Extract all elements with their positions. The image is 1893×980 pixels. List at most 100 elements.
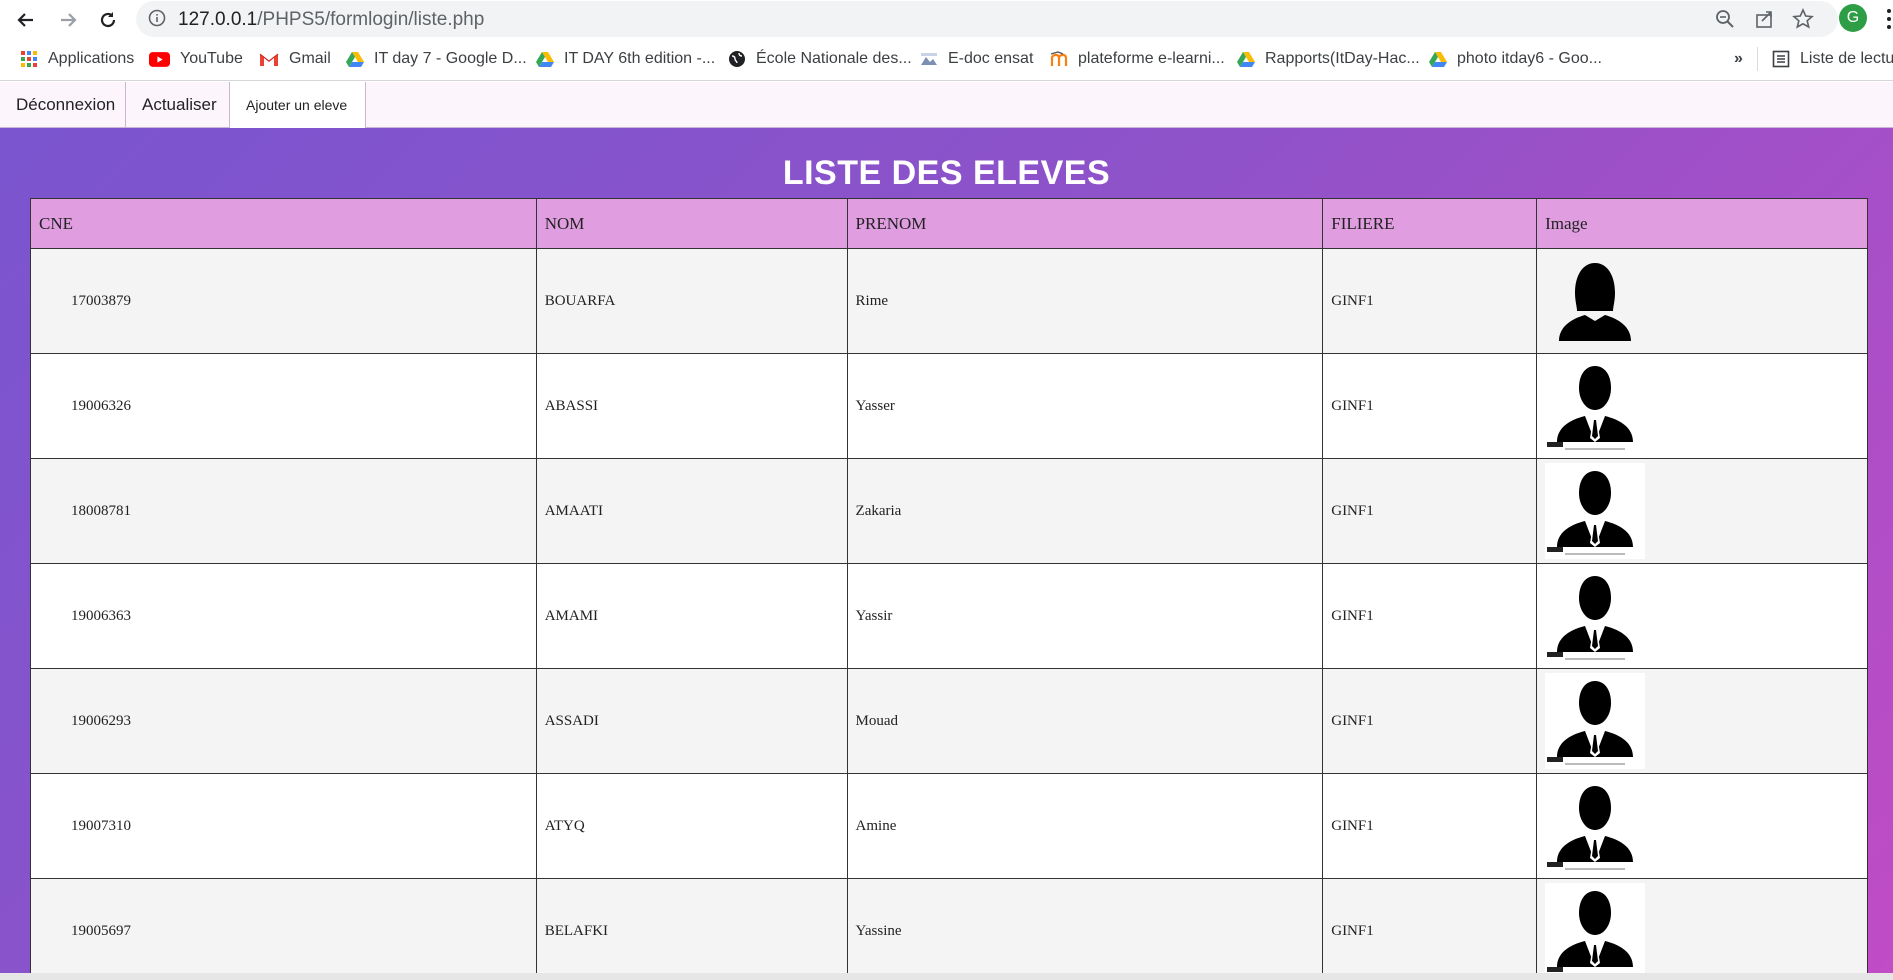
cell-filiere: GINF1	[1322, 668, 1538, 774]
google-drive-icon	[536, 52, 554, 67]
female-avatar-icon	[1559, 263, 1632, 341]
cell-filiere: GINF1	[1322, 353, 1538, 459]
male-avatar-icon	[1547, 891, 1634, 972]
students-table: CNE NOM PRENOM FILIERE Image 17003879 BO…	[30, 198, 1868, 973]
table-row: 19006363 AMAMI Yassir GINF1	[30, 563, 1868, 669]
cell-cne: 19007310	[30, 773, 537, 879]
cell-image	[1536, 878, 1868, 973]
bookmark-label: École Nationale des...	[756, 50, 912, 67]
reading-list-icon	[1772, 50, 1790, 68]
cell-filiere: GINF1	[1322, 773, 1538, 879]
column-header-filiere: FILIERE	[1322, 198, 1538, 249]
cell-nom: ASSADI	[535, 668, 848, 774]
back-arrow-icon	[17, 13, 33, 27]
bookmark-label: Applications	[48, 50, 135, 67]
reload-button[interactable]	[92, 4, 124, 36]
student-photo-female	[1545, 253, 1645, 349]
table-row: 17003879 BOUARFA Rime GINF1	[30, 248, 1868, 354]
table-row: 19005697 BELAFKI Yassine GINF1	[30, 878, 1868, 973]
cell-image	[1536, 353, 1868, 459]
student-photo-male	[1545, 568, 1646, 664]
google-drive-icon	[346, 52, 364, 67]
student-photo-male	[1545, 358, 1646, 454]
bookmark-label: plateforme e-learni...	[1078, 50, 1225, 67]
share-icon[interactable]	[1754, 8, 1776, 30]
column-header-cne: CNE	[30, 198, 537, 249]
reload-icon	[100, 12, 116, 28]
bookmark-label: IT DAY 6th edition -...	[564, 50, 716, 67]
reading-list-button[interactable]: Liste de lectu	[1772, 47, 1893, 71]
app-menu-bar: Déconnexion Actualiser Ajouter un eleve	[0, 82, 1893, 128]
cell-cne: 19005697	[30, 878, 537, 973]
cell-nom: ATYQ	[535, 773, 848, 879]
url-text[interactable]: 127.0.0.1/PHPS5/formlogin/liste.php	[178, 9, 484, 31]
bookmark-label: YouTube	[180, 50, 243, 67]
bookmark-label: E-doc ensat	[948, 50, 1034, 67]
bookmark-applications[interactable]: Applications	[20, 47, 134, 71]
google-drive-icon	[1429, 52, 1447, 67]
cell-cne: 18008781	[30, 458, 537, 564]
cell-cne: 19006363	[30, 563, 537, 669]
cell-prenom: Amine	[846, 773, 1324, 879]
cell-nom: AMAATI	[535, 458, 848, 564]
cell-filiere: GINF1	[1322, 248, 1538, 354]
bookmark-youtube[interactable]: YouTube	[149, 47, 243, 71]
bookmark-elearning[interactable]: plateforme e-learni...	[1050, 47, 1225, 71]
cell-prenom: Yasser	[846, 353, 1324, 459]
bookmark-gmail[interactable]: Gmail	[259, 47, 331, 71]
add-student-link[interactable]: Ajouter un eleve	[230, 82, 366, 128]
bookmark-it-day-7[interactable]: IT day 7 - Google D...	[346, 47, 527, 71]
column-header-image: Image	[1536, 198, 1868, 249]
moodle-icon	[1050, 51, 1068, 66]
male-avatar-icon	[1547, 471, 1634, 555]
reading-list-label: Liste de lectu	[1800, 50, 1893, 67]
profile-avatar[interactable]: G	[1839, 4, 1867, 32]
cell-nom: BOUARFA	[535, 248, 848, 354]
gmail-icon	[259, 53, 279, 66]
cell-filiere: GINF1	[1322, 563, 1538, 669]
table-row: 18008781 AMAATI Zakaria GINF1	[30, 458, 1868, 564]
forward-arrow-icon	[61, 13, 77, 27]
male-avatar-icon	[1547, 576, 1634, 660]
bookmark-star-icon[interactable]	[1792, 8, 1814, 30]
url-host: 127.0.0.1	[178, 9, 258, 30]
menu-kebab-icon[interactable]	[1885, 6, 1893, 32]
cell-image	[1536, 773, 1868, 879]
student-photo-male	[1545, 673, 1646, 769]
cell-image	[1536, 563, 1868, 669]
zoom-icon[interactable]	[1714, 8, 1736, 30]
refresh-link[interactable]: Actualiser	[126, 82, 230, 128]
cell-prenom: Mouad	[846, 668, 1324, 774]
bookmark-label: photo itday6 - Goo...	[1457, 50, 1602, 67]
bookmark-photo-itday6[interactable]: photo itday6 - Goo...	[1429, 47, 1602, 71]
horizontal-scrollbar[interactable]	[0, 973, 1893, 980]
bookmark-ecole-nationale[interactable]: École Nationale des...	[728, 47, 912, 71]
address-bar[interactable]: 127.0.0.1/PHPS5/formlogin/liste.php	[136, 1, 1838, 37]
cell-image	[1536, 248, 1868, 354]
cell-image	[1536, 668, 1868, 774]
forward-button[interactable]	[52, 4, 84, 36]
student-photo-male	[1545, 778, 1646, 874]
logout-link[interactable]: Déconnexion	[0, 82, 126, 128]
bookmark-edoc-ensat[interactable]: E-doc ensat	[920, 47, 1033, 71]
cell-prenom: Zakaria	[846, 458, 1324, 564]
student-photo-male	[1545, 463, 1646, 559]
bookmark-label: Gmail	[289, 50, 331, 67]
male-avatar-icon	[1547, 366, 1634, 450]
site-info-icon[interactable]	[148, 9, 166, 27]
google-drive-icon	[1237, 52, 1255, 67]
browser-chrome: 127.0.0.1/PHPS5/formlogin/liste.php G Ap…	[0, 0, 1893, 81]
table-header-row: CNE NOM PRENOM FILIERE Image	[30, 198, 1868, 249]
column-header-prenom: PRENOM	[846, 198, 1324, 249]
cell-cne: 17003879	[30, 248, 537, 354]
bookmarks-overflow-button[interactable]: »	[1734, 47, 1743, 71]
cell-nom: AMAMI	[535, 563, 848, 669]
cell-nom: ABASSI	[535, 353, 848, 459]
bookmark-it-day-6th[interactable]: IT DAY 6th edition -...	[536, 47, 715, 71]
edoc-icon	[921, 53, 937, 65]
cell-filiere: GINF1	[1322, 878, 1538, 973]
back-button[interactable]	[10, 4, 42, 36]
bookmark-label: IT day 7 - Google D...	[374, 50, 527, 67]
bookmark-rapports[interactable]: Rapports(ItDay-Hac...	[1237, 47, 1420, 71]
main-content: LISTE DES ELEVES CNE NOM PRENOM FILIERE …	[0, 128, 1893, 973]
